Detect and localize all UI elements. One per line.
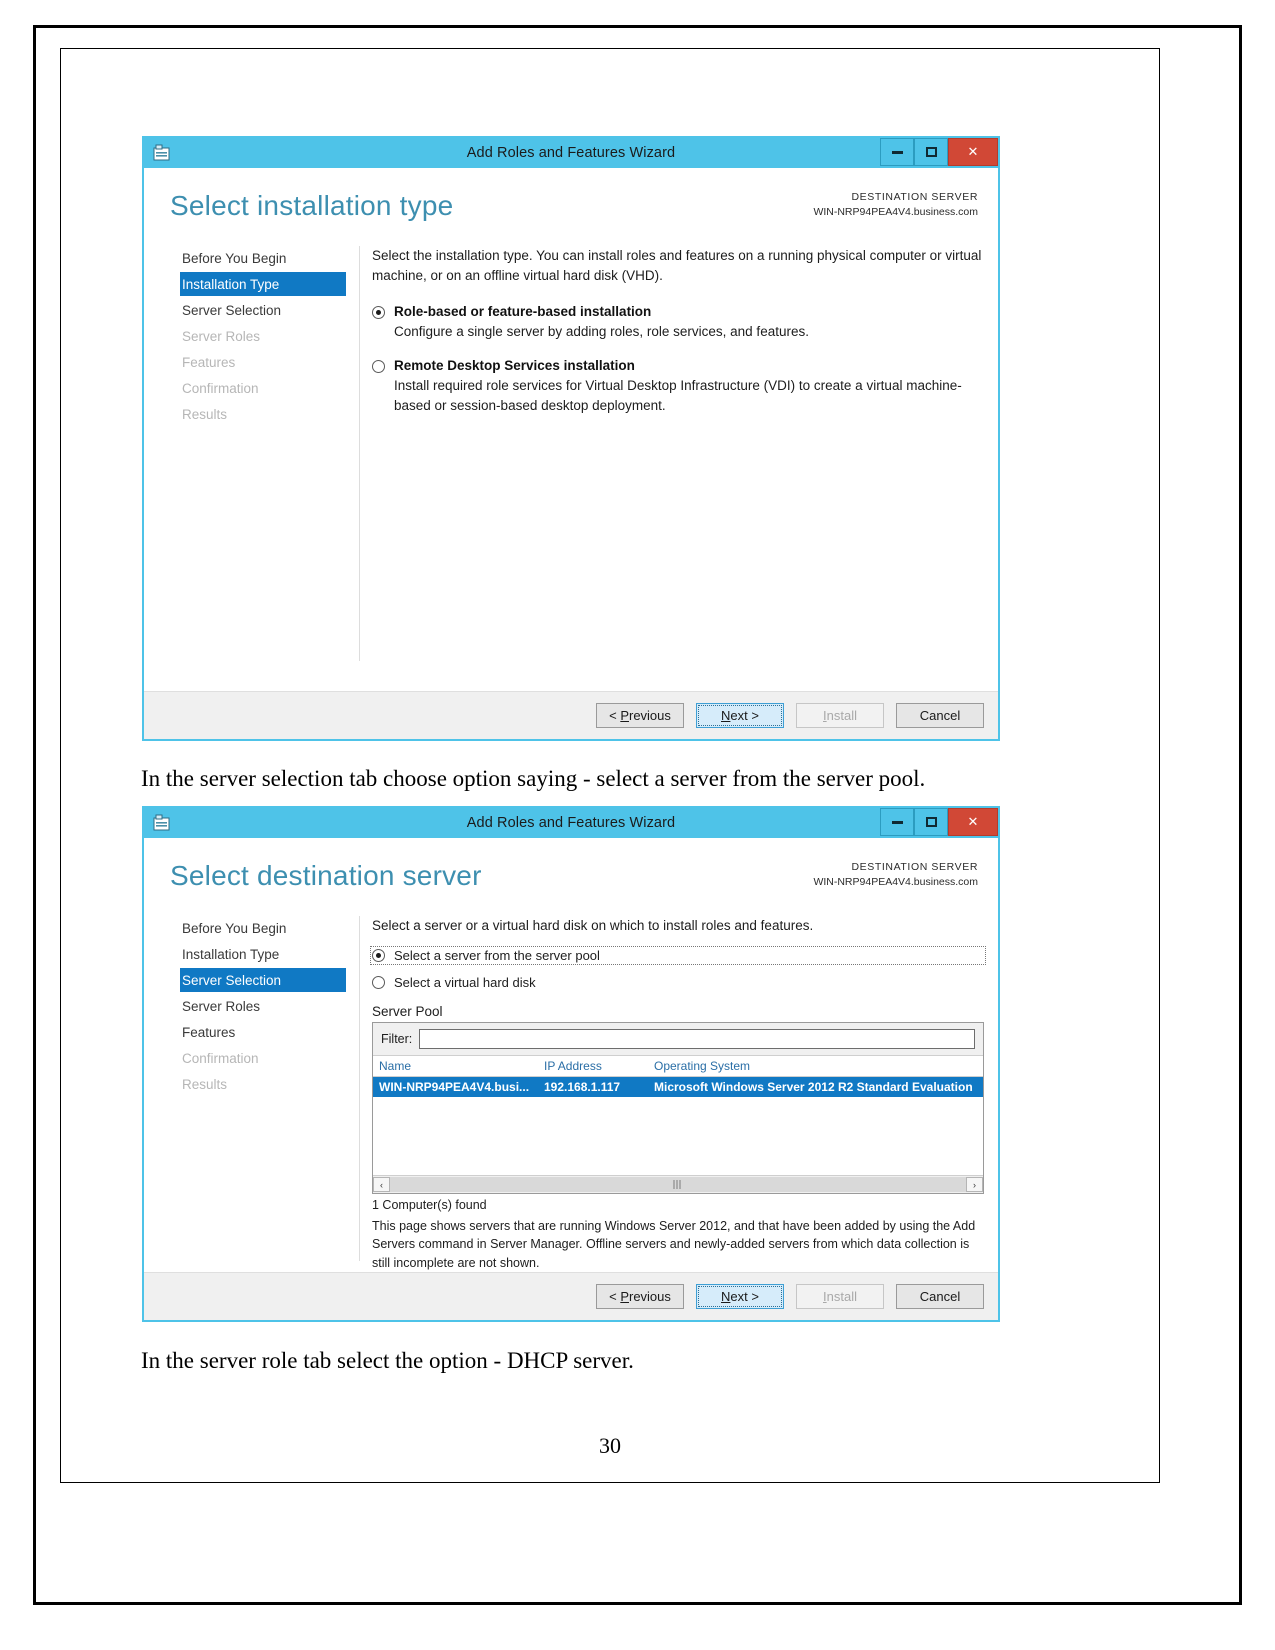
wizard1-step-nav: Before You Begin Installation Type Serve…: [144, 246, 360, 661]
nav-item-results: Results: [182, 1076, 228, 1092]
column-header-name[interactable]: Name: [373, 1059, 538, 1073]
page-number: 30: [599, 1433, 621, 1458]
scroll-left-arrow-icon[interactable]: ‹: [373, 1177, 390, 1193]
wizard1-destination-server: DESTINATION SERVER WIN-NRP94PEA4V4.busin…: [813, 190, 978, 220]
wizard1-page-title: Select installation type: [170, 190, 454, 221]
server-pool-box: Filter: Name IP Address Operating System…: [372, 1022, 984, 1195]
option-remote-desktop-description: Install required role services for Virtu…: [394, 378, 962, 413]
nav-item-server-selection[interactable]: Server Selection: [144, 298, 359, 322]
destination-server-value: WIN-NRP94PEA4V4.business.com: [813, 206, 978, 219]
cell-server-os: Microsoft Windows Server 2012 R2 Standar…: [654, 1080, 973, 1095]
option-remote-desktop-label: Remote Desktop Services installation: [394, 358, 635, 374]
wizard2-titlebar: Add Roles and Features Wizard ✕: [144, 808, 998, 838]
close-button[interactable]: ✕: [948, 808, 998, 836]
server-pool-group-label: Server Pool: [372, 1004, 443, 1020]
wizard2-title: Add Roles and Features Wizard: [466, 815, 676, 831]
nav-item-features: Features: [182, 354, 236, 370]
option-select-server-from-pool-label: Select a server from the server pool: [394, 948, 600, 964]
wizard-app-icon: [152, 813, 171, 832]
radio-role-based-icon[interactable]: [372, 305, 385, 319]
scrollbar-track[interactable]: [390, 1177, 966, 1193]
radio-server-pool-icon[interactable]: [372, 949, 385, 963]
previous-button[interactable]: < Previous: [596, 1284, 684, 1309]
destination-server-label: DESTINATION SERVER: [851, 861, 978, 873]
nav-item-installation-type[interactable]: Installation Type: [144, 942, 359, 966]
server-pool-note: This page shows servers that are running…: [372, 1219, 976, 1270]
column-header-operating-system[interactable]: Operating System: [648, 1059, 983, 1073]
server-pool-grid-header: Name IP Address Operating System: [373, 1056, 983, 1078]
install-button: Install: [796, 1284, 884, 1309]
option-select-virtual-hard-disk-label: Select a virtual hard disk: [394, 975, 536, 991]
server-pool-filter-row: Filter:: [373, 1023, 983, 1057]
cell-server-name: WIN-NRP94PEA4V4.busi...: [379, 1080, 530, 1095]
option-select-virtual-hard-disk[interactable]: Select a virtual hard disk: [372, 975, 984, 990]
option-select-server-from-pool[interactable]: Select a server from the server pool: [370, 946, 986, 966]
scroll-right-arrow-icon[interactable]: ›: [966, 1177, 983, 1193]
nav-item-features[interactable]: Features: [144, 1020, 359, 1044]
scrollbar-grip-icon[interactable]: [673, 1180, 683, 1190]
filter-input[interactable]: [419, 1029, 975, 1050]
wizard-window-installation-type: Add Roles and Features Wizard ✕ Select i…: [142, 136, 1000, 741]
maximize-button[interactable]: [914, 138, 948, 166]
wizard-window-destination-server: Add Roles and Features Wizard ✕ Select d…: [142, 806, 1000, 1322]
nav-item-before-you-begin[interactable]: Before You Begin: [144, 246, 359, 270]
wizard1-footer: < Previous Next > Install Cancel: [144, 691, 998, 739]
cancel-button[interactable]: Cancel: [896, 1284, 984, 1309]
nav-item-confirmation: Confirmation: [182, 380, 259, 396]
option-role-based-description: Configure a single server by adding role…: [394, 323, 809, 339]
nav-item-server-selection[interactable]: Server Selection: [180, 968, 346, 992]
cell-server-ip: 192.168.1.117: [544, 1080, 621, 1095]
computers-found-status: 1 Computer(s) found: [372, 1198, 487, 1213]
nav-item-before-you-begin[interactable]: Before You Begin: [144, 916, 359, 940]
maximize-button[interactable]: [914, 808, 948, 836]
wizard-app-icon: [152, 143, 171, 162]
wizard1-titlebar: Add Roles and Features Wizard ✕: [144, 138, 998, 168]
maximize-icon: [925, 147, 937, 157]
wizard2-content-pane: Select a server or a virtual hard disk o…: [370, 916, 986, 1272]
next-button[interactable]: Next >: [696, 703, 784, 728]
wizard2-body: Select destination server DESTINATION SE…: [144, 838, 998, 1320]
cancel-button[interactable]: Cancel: [896, 703, 984, 728]
server-pool-horizontal-scrollbar[interactable]: ‹ ›: [373, 1175, 983, 1194]
document-content: Add Roles and Features Wizard ✕ Select i…: [60, 48, 1160, 1483]
minimize-icon: [891, 150, 903, 154]
wizard2-page-title: Select destination server: [170, 860, 482, 891]
option-remote-desktop-services[interactable]: Remote Desktop Services installation: [372, 358, 984, 374]
install-button: Install: [796, 703, 884, 728]
server-pool-empty-area: [373, 1097, 983, 1176]
radio-remote-desktop-icon[interactable]: [372, 360, 385, 374]
option-role-based-installation[interactable]: Role-based or feature-based installation: [372, 304, 984, 319]
wizard1-intro-text: Select the installation type. You can in…: [372, 248, 982, 284]
column-header-ip-address[interactable]: IP Address: [538, 1059, 648, 1073]
caption-server-role: In the server role tab select the option…: [141, 1348, 634, 1373]
destination-server-value: WIN-NRP94PEA4V4.business.com: [813, 876, 978, 889]
wizard1-content-pane: Select the installation type. You can in…: [372, 246, 984, 415]
close-button[interactable]: ✕: [948, 138, 998, 166]
wizard2-intro-text: Select a server or a virtual hard disk o…: [372, 918, 814, 933]
wizard2-window-buttons: ✕: [880, 808, 998, 838]
caption-server-selection: In the server selection tab choose optio…: [141, 766, 926, 791]
wizard2-step-nav: Before You Begin Installation Type Serve…: [144, 916, 360, 1261]
filter-label: Filter:: [381, 1032, 413, 1047]
table-row[interactable]: WIN-NRP94PEA4V4.busi... 192.168.1.117 Mi…: [373, 1077, 983, 1098]
wizard2-footer: < Previous Next > Install Cancel: [144, 1272, 998, 1320]
wizard1-title: Add Roles and Features Wizard: [466, 145, 676, 161]
previous-button[interactable]: < Previous: [596, 703, 684, 728]
radio-virtual-hard-disk-icon[interactable]: [372, 976, 385, 990]
minimize-button[interactable]: [880, 138, 914, 166]
minimize-button[interactable]: [880, 808, 914, 836]
next-button[interactable]: Next >: [696, 1284, 784, 1309]
destination-server-label: DESTINATION SERVER: [851, 191, 978, 203]
nav-item-installation-type[interactable]: Installation Type: [180, 272, 346, 296]
wizard1-window-buttons: ✕: [880, 138, 998, 168]
nav-item-results: Results: [182, 406, 228, 422]
nav-item-confirmation: Confirmation: [182, 1050, 259, 1066]
maximize-icon: [925, 817, 937, 827]
nav-item-server-roles[interactable]: Server Roles: [144, 994, 359, 1018]
minimize-icon: [891, 820, 903, 824]
option-role-based-label: Role-based or feature-based installation: [394, 303, 652, 319]
wizard2-destination-server: DESTINATION SERVER WIN-NRP94PEA4V4.busin…: [813, 860, 978, 890]
nav-item-server-roles: Server Roles: [182, 328, 261, 344]
wizard1-body: Select installation type DESTINATION SER…: [144, 168, 998, 739]
